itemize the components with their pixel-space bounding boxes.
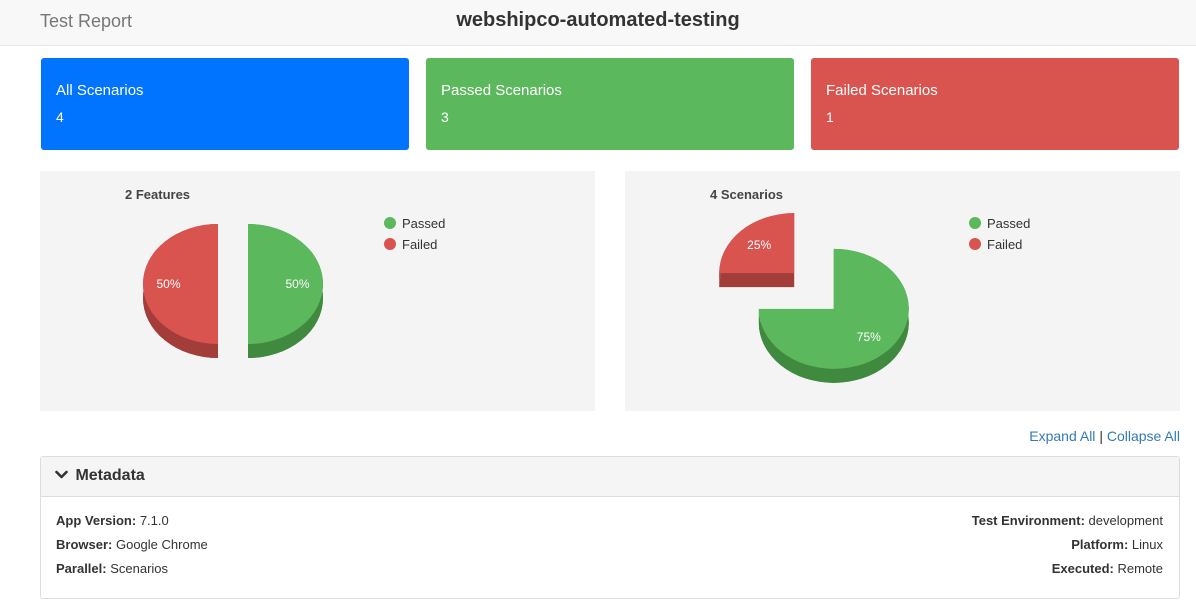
metadata-row: Executed: Remote [972,561,1163,585]
legend-label: Passed [402,216,445,231]
metadata-row: Platform: Linux [972,537,1163,561]
metadata-key: Executed: [1051,561,1114,576]
features-chart-panel: 2 Features 50% 50% Passed Failed [40,171,595,411]
passed-scenarios-card: Passed Scenarios 3 [426,58,794,150]
metadata-row: Parallel: Scenarios [56,561,208,585]
scenarios-pie-chart: 4 Scenarios 75% 25% Passed Failed [710,187,1030,383]
metadata-value: Remote [1117,561,1163,576]
metadata-value: 7.1.0 [139,513,169,528]
chart-title: 2 Features [125,187,190,202]
failed-scenarios-card: Failed Scenarios 1 [811,58,1179,150]
metadata-right-column: Test Environment: development Platform: … [972,513,1163,585]
all-scenarios-label: All Scenarios [56,82,144,99]
legend-label: Failed [987,237,1022,252]
metadata-value: development [1088,513,1163,528]
chart-title: 4 Scenarios [710,187,783,202]
all-scenarios-card: All Scenarios 4 [41,58,409,150]
passed-scenarios-count: 3 [441,109,449,125]
metadata-key: Platform: [1071,537,1129,552]
features-pie-chart: 2 Features 50% 50% Passed Failed [125,187,445,358]
legend-label: Failed [402,237,437,252]
collapse-all-link[interactable]: Collapse All [1107,428,1180,444]
expand-collapse-links: Expand All | Collapse All [1029,428,1180,444]
metadata-heading[interactable]: Metadata [41,457,1179,497]
metadata-row: Browser: Google Chrome [56,537,208,561]
legend-swatch [969,217,981,229]
metadata-panel: Metadata App Version: 7.1.0 Browser: Goo… [40,456,1180,599]
legend-item-failed[interactable]: Failed [969,237,1022,252]
navbar: Test Report webshipco-automated-testing [0,0,1196,46]
pie-slice-failed[interactable]: 50% [143,224,218,358]
metadata-value: Scenarios [110,561,169,576]
project-title: webshipco-automated-testing [456,9,740,31]
toggle-separator: | [1099,428,1103,444]
pie-slice-label: 75% [857,330,881,344]
legend-item-passed[interactable]: Passed [384,216,445,231]
metadata-value: Google Chrome [115,537,208,552]
legend-item-passed[interactable]: Passed [969,216,1030,231]
scenarios-chart-panel: 4 Scenarios 75% 25% Passed Failed [625,171,1180,411]
legend-swatch [384,217,396,229]
legend-item-failed[interactable]: Failed [384,237,437,252]
failed-scenarios-count: 1 [826,109,834,125]
pie-slice-label: 50% [285,277,309,291]
metadata-value: Linux [1131,537,1163,552]
all-scenarios-count: 4 [56,109,64,125]
legend-label: Passed [987,216,1030,231]
metadata-key: Parallel: [56,561,107,576]
metadata-body: App Version: 7.1.0 Browser: Google Chrom… [41,497,1179,598]
pie-slice-passed[interactable]: 50% [248,224,323,358]
metadata-key: App Version: [56,513,137,528]
pie-slice-failed[interactable]: 25% [719,213,795,288]
legend-swatch [969,238,981,250]
pie-slice-label: 25% [747,238,771,252]
failed-scenarios-label: Failed Scenarios [826,82,938,99]
legend-swatch [384,238,396,250]
chevron-down-icon [55,467,71,485]
metadata-key: Test Environment: [971,513,1085,528]
passed-scenarios-label: Passed Scenarios [441,82,562,99]
pie-slice-label: 50% [156,277,180,291]
metadata-left-column: App Version: 7.1.0 Browser: Google Chrom… [56,513,208,585]
expand-all-link[interactable]: Expand All [1029,428,1095,444]
metadata-heading-text: Metadata [75,467,145,484]
metadata-row: App Version: 7.1.0 [56,513,208,537]
metadata-key: Browser: [56,537,113,552]
metadata-row: Test Environment: development [972,513,1163,537]
